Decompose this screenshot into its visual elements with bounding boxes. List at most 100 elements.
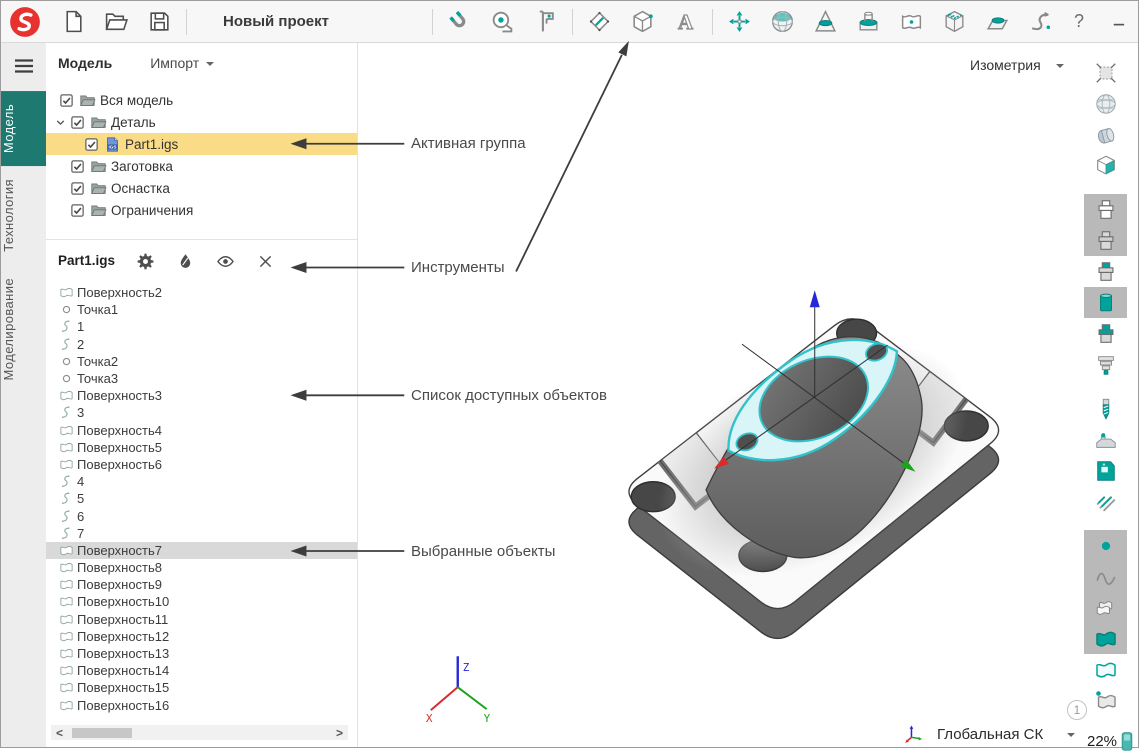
hamburger-menu-icon[interactable] [12,54,36,78]
eye-icon[interactable] [216,252,235,271]
surface-new-button[interactable] [1084,685,1127,716]
scroll-right-icon[interactable]: > [336,727,343,739]
text-icon[interactable]: A [673,9,699,35]
caliper-icon[interactable] [533,9,559,35]
tab-модель[interactable]: Модель [1,91,46,166]
object-item-label: Точка1 [77,302,118,317]
surfaces-mode-button[interactable] [1084,592,1127,623]
object-list-item[interactable]: Точка2 [46,353,357,370]
object-list-item[interactable]: Поверхность13 [46,645,357,662]
visibility-checkbox[interactable] [70,159,85,174]
view-orientation-select[interactable]: Изометрия [970,57,1064,73]
machine-button[interactable] [1084,455,1127,486]
move-icon[interactable] [727,9,753,35]
object-list-item[interactable]: Поверхность4 [46,422,357,439]
object-list-item[interactable]: Поверхность7 [46,542,357,559]
surface-map-icon[interactable] [899,9,925,35]
expand-chevron-icon[interactable] [54,116,67,129]
tree-item-label: Part1.igs [125,137,178,152]
tree-item[interactable]: IGS Part1.igs [46,133,357,155]
object-list-item[interactable]: Поверхность11 [46,611,357,628]
folder-open-icon[interactable] [104,9,130,35]
import-menu[interactable]: Импорт [150,55,214,71]
drill-button[interactable] [1084,393,1127,424]
visibility-checkbox[interactable] [70,203,85,218]
surface-mode-button[interactable] [1084,623,1127,654]
scrollbar-thumb[interactable] [72,728,132,738]
minimize-icon[interactable] [1107,9,1133,35]
tab-моделирование[interactable]: Моделирование [1,265,46,393]
object-list-item[interactable]: Поверхность12 [46,628,357,645]
point-mode-button[interactable] [1084,530,1127,561]
visibility-checkbox[interactable] [84,137,99,152]
object-tools [136,252,275,271]
tree-item[interactable]: Заготовка [46,155,357,177]
part-striped-button[interactable] [1084,349,1127,380]
object-list-item[interactable]: Поверхность10 [46,593,357,610]
scroll-left-icon[interactable]: < [56,727,63,739]
model-button[interactable] [1084,119,1127,150]
object-list-item[interactable]: 6 [46,507,357,524]
part-top-highlight-button[interactable] [1084,256,1127,287]
object-list-item[interactable]: Точка1 [46,301,357,318]
visibility-checkbox[interactable] [70,115,85,130]
visibility-checkbox[interactable] [70,181,85,196]
help-button[interactable]: ? [1074,11,1084,32]
mesh-box-icon[interactable] [942,9,968,35]
droplet-icon[interactable] [176,252,195,271]
object-list-item[interactable]: Поверхность9 [46,576,357,593]
object-list-item[interactable]: Поверхность14 [46,662,357,679]
measure-icon[interactable] [490,9,516,35]
render-sphere-button[interactable] [1084,88,1127,119]
object-list-item[interactable]: Поверхность5 [46,439,357,456]
tree-item[interactable]: Ограничения [46,199,357,221]
tree-item[interactable]: Вся модель [46,89,357,111]
object-list-item[interactable]: Поверхность6 [46,456,357,473]
mesh-sphere-icon[interactable] [770,9,796,35]
separator [572,9,573,35]
sketch-icon[interactable] [587,9,613,35]
part-shaded-button[interactable] [1084,225,1127,256]
separator [186,9,187,35]
solid-icon[interactable] [630,9,656,35]
curve-mode-button[interactable] [1084,561,1127,592]
part-highlight-icon [1094,322,1118,346]
part-outline-button[interactable] [1084,194,1127,225]
save-icon[interactable] [147,9,173,35]
workpiece-icon[interactable] [856,9,882,35]
object-list-item[interactable]: 1 [46,318,357,335]
object-list-item[interactable]: Поверхность2 [46,284,357,301]
igs-file-icon: IGS [104,136,121,153]
object-list-item[interactable]: 4 [46,473,357,490]
surface-light-button[interactable] [1084,654,1127,685]
object-list-item[interactable]: Поверхность16 [46,697,357,714]
box-face-button[interactable] [1084,150,1127,181]
part-highlight-button[interactable] [1084,318,1127,349]
coordinate-system-select[interactable]: Глобальная СК [903,723,1075,745]
magnet-icon[interactable] [447,9,473,35]
cone-section-icon[interactable] [813,9,839,35]
object-list-item[interactable]: 2 [46,336,357,353]
object-list-item[interactable]: Поверхность15 [46,679,357,696]
object-list-item[interactable]: 3 [46,404,357,421]
object-list-item[interactable]: 5 [46,490,357,507]
visibility-checkbox[interactable] [59,93,74,108]
tree-item[interactable]: Оснастка [46,177,357,199]
plane-section-icon[interactable] [985,9,1011,35]
horizontal-scrollbar[interactable]: < > [51,725,348,740]
x-icon[interactable] [256,252,275,271]
object-list-item[interactable]: Поверхность8 [46,559,357,576]
cylinder-highlight-button[interactable] [1084,287,1127,318]
fixture-button[interactable] [1084,424,1127,455]
object-list-item[interactable]: Точка3 [46,370,357,387]
tab-технология[interactable]: Технология [1,166,46,265]
object-list-item[interactable]: 7 [46,525,357,542]
curve-point-icon[interactable] [1028,9,1054,35]
object-list-item[interactable]: Поверхность3 [46,387,357,404]
tree-item[interactable]: Деталь [46,111,357,133]
curve-icon [59,474,74,489]
toolpath-button[interactable] [1084,486,1127,517]
file-new-icon[interactable] [61,9,87,35]
gear-icon[interactable] [136,252,155,271]
fit-view-button[interactable] [1084,57,1127,88]
